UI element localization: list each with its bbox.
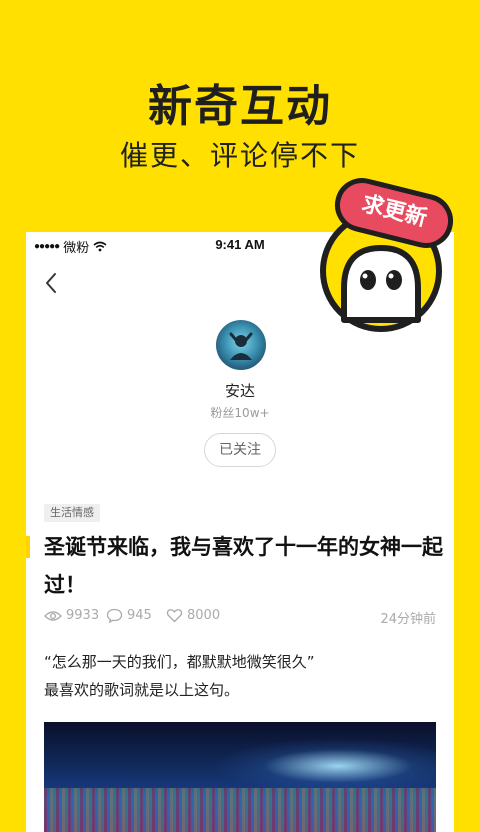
promo-subtitle: 催更、评论停不下: [119, 139, 360, 172]
follower-count: 粉丝10w+: [210, 406, 270, 420]
crowd-lights: [44, 788, 436, 832]
views-count: 9933: [66, 608, 100, 623]
back-icon[interactable]: [40, 270, 62, 296]
publish-time: 24分钟前: [380, 612, 436, 627]
article-paragraph: 最喜欢的歌词就是以上这句。: [44, 681, 240, 699]
follow-button[interactable]: 已关注: [204, 433, 276, 467]
concert-photo[interactable]: [44, 722, 436, 832]
article-paragraph: “怎么那一天的我们，都默默地微笑很久”: [44, 653, 315, 671]
category-tag[interactable]: 生活情感: [44, 504, 100, 522]
title-accent-bar: [26, 536, 30, 558]
article-stats: 9933 945 8000 24分钟前: [44, 608, 436, 628]
author-avatar[interactable]: [216, 320, 266, 370]
promo-title: 新奇互动: [148, 81, 332, 132]
article-title: 圣诞节来临，我与喜欢了十一年的女神一起过！: [44, 535, 443, 597]
likes-count: 8000: [187, 608, 221, 623]
comment-icon: [106, 608, 123, 623]
article-body: “怎么那一天的我们，都默默地微笑很久” 最喜欢的歌词就是以上这句。: [44, 648, 444, 704]
avatar-figure-icon: [229, 332, 253, 360]
eye-icon: [44, 610, 62, 621]
author-name[interactable]: 安达: [26, 380, 454, 401]
views-stat: 9933: [44, 608, 99, 623]
heart-icon: [166, 609, 183, 623]
likes-stat[interactable]: 8000: [166, 608, 220, 623]
comments-stat[interactable]: 945: [106, 608, 152, 623]
comments-count: 945: [127, 608, 152, 623]
